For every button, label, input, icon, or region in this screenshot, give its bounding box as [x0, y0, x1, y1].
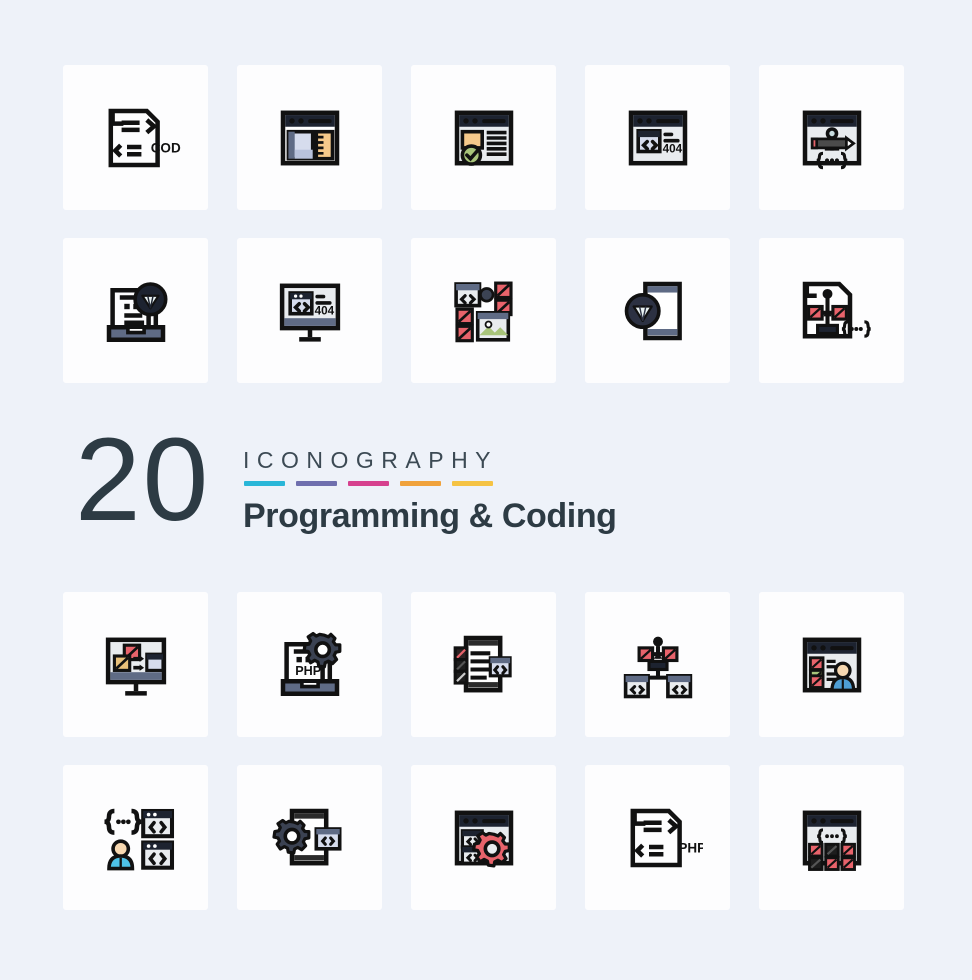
icon-tile-code-file[interactable]: CODE: [63, 65, 208, 210]
gear-icon: [302, 631, 341, 668]
php-file-icon: PHP: [630, 808, 703, 867]
web-layout-design-icon: [280, 110, 339, 165]
icon-tile-browser-404-code[interactable]: 404: [585, 65, 730, 210]
icon-row-1: CODE: [63, 65, 909, 210]
icon-tile-mobile-code-list[interactable]: [411, 592, 556, 737]
icon-tile-mobile-gear-code[interactable]: [237, 765, 382, 910]
code-network-tree-icon: [623, 636, 692, 698]
code-file-label: CODE: [150, 140, 180, 155]
icon-tile-php-file[interactable]: PHP: [585, 765, 730, 910]
icon-row-4: PHP: [63, 765, 909, 910]
icon-tile-code-network-tree[interactable]: [585, 592, 730, 737]
icon-tile-browser-code-blocks[interactable]: [759, 765, 904, 910]
gear-icon: [271, 818, 310, 855]
monitor-asset-transfer-icon: [105, 637, 166, 696]
icon-row-3: PHP: [63, 592, 909, 737]
module-assets-icon: [453, 281, 513, 342]
php-laptop-settings-icon: PHP: [280, 631, 341, 696]
banner-title: Programming & Coding: [243, 497, 617, 535]
icon-tile-mobile-premium[interactable]: [585, 238, 730, 383]
code-file-icon: CODE: [108, 108, 181, 167]
mobile-gear-code-icon: [271, 808, 341, 865]
icon-tile-verified-web-article[interactable]: [411, 65, 556, 210]
rule-bar-5: [452, 481, 493, 486]
monitor-404-icon: 404: [279, 283, 340, 342]
php-file-label: PHP: [678, 840, 703, 855]
icon-tile-monitor-404[interactable]: 404: [237, 238, 382, 383]
icon-row-2: 404: [63, 238, 909, 383]
mobile-code-list-icon: [453, 635, 512, 692]
banner-rule-bars: [244, 481, 493, 486]
icon-tile-module-assets[interactable]: [411, 238, 556, 383]
rule-bar-4: [400, 481, 441, 486]
icon-tile-browser-user-list[interactable]: [759, 592, 904, 737]
file-sitemap-icon: [802, 281, 871, 338]
icon-tile-web-layout-design[interactable]: [237, 65, 382, 210]
icon-tile-laptop-premium-code[interactable]: [63, 238, 208, 383]
gear-icon: [471, 830, 511, 868]
browser-code-settings-icon: [454, 810, 513, 868]
verified-web-article-icon: [454, 110, 513, 166]
banner-eyebrow: ICONOGRAPHY: [243, 447, 499, 473]
icon-tile-monitor-asset-transfer[interactable]: [63, 592, 208, 737]
browser-code-blocks-icon: [802, 810, 861, 871]
mobile-premium-icon: [624, 281, 682, 340]
browser-404-label: 404: [662, 142, 682, 155]
icon-tile-file-sitemap[interactable]: [759, 238, 904, 383]
laptop-premium-code-icon: [106, 281, 167, 342]
icon-pack-canvas: CODE: [0, 0, 972, 980]
pack-banner: 20 ICONOGRAPHY Programming & Coding: [63, 421, 909, 565]
icon-tile-browser-code-settings[interactable]: [411, 765, 556, 910]
rule-bar-2: [296, 481, 337, 486]
icon-tile-web-design-pencil[interactable]: [759, 65, 904, 210]
rule-bar-3: [348, 481, 389, 486]
rule-bar-1: [244, 481, 285, 486]
browser-404-code-icon: 404: [628, 110, 687, 165]
icon-tile-php-laptop-settings[interactable]: PHP: [237, 592, 382, 737]
monitor-404-label: 404: [314, 304, 334, 317]
web-design-pencil-icon: [802, 110, 861, 169]
developer-code-windows-icon: [103, 808, 174, 870]
icon-count: 20: [75, 414, 211, 546]
browser-user-list-icon: [802, 637, 861, 692]
icon-tile-developer-code-windows[interactable]: [63, 765, 208, 910]
